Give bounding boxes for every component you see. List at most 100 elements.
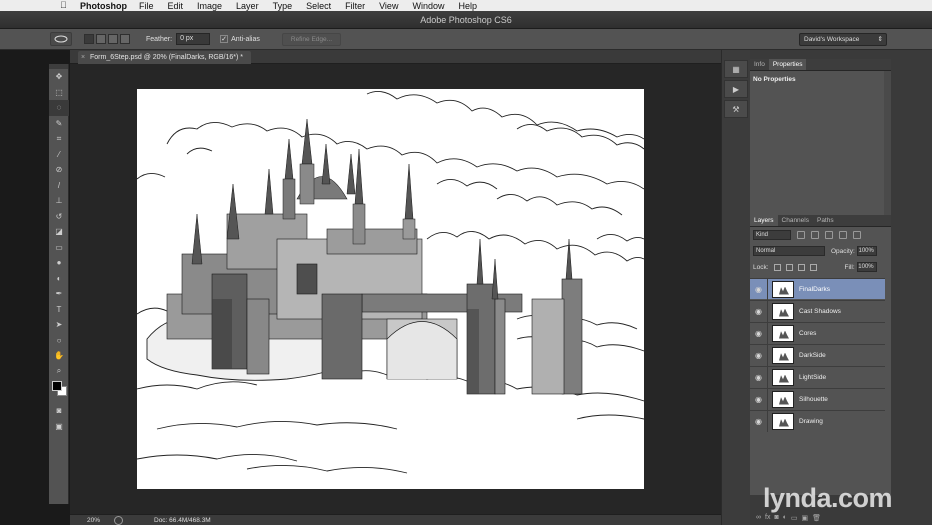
filter-kind-value: Kind <box>756 232 769 238</box>
zoom-tool-icon[interactable]: ⌕ <box>49 364 69 380</box>
layer-row[interactable]: ◉ Cast Shadows <box>750 300 885 322</box>
properties-panel-tabs: Info Properties <box>750 59 891 71</box>
tool-preset-picker[interactable] <box>50 32 72 46</box>
actions-panel-icon[interactable]: ▶ <box>724 80 748 98</box>
gradient-tool-icon[interactable]: ▭ <box>49 240 69 256</box>
tab-info[interactable]: Info <box>750 59 769 70</box>
image-canvas[interactable] <box>137 89 644 489</box>
tab-paths[interactable]: Paths <box>813 215 838 226</box>
hand-tool-icon[interactable]: ✋ <box>49 348 69 364</box>
layer-row[interactable]: ◉ LightSide <box>750 366 885 388</box>
layer-row[interactable]: ◉ FinalDarks <box>750 278 885 300</box>
doc-size[interactable]: Doc: 66.4M/468.3M <box>154 515 211 525</box>
zoom-level[interactable]: 20% <box>87 515 100 525</box>
tool-presets-panel-icon[interactable]: ⚒ <box>724 100 748 118</box>
new-selection-button[interactable] <box>84 34 94 44</box>
opacity-input[interactable]: 100% <box>856 246 877 256</box>
layer-style-icon[interactable]: fx <box>765 514 770 522</box>
menu-file[interactable]: File <box>139 1 154 11</box>
eraser-tool-icon[interactable]: ◪ <box>49 224 69 240</box>
crop-tool-icon[interactable]: ⌗ <box>49 131 69 147</box>
refine-edge-button[interactable]: Refine Edge... <box>281 32 342 46</box>
blur-tool-icon[interactable]: ● <box>49 255 69 271</box>
layer-row[interactable]: ◉ Drawing <box>750 410 885 432</box>
visibility-eye-icon[interactable]: ◉ <box>750 322 768 344</box>
adjustment-filter-icon[interactable] <box>811 231 819 239</box>
new-group-icon[interactable]: ▭ <box>791 514 798 522</box>
lock-transparent-icon[interactable] <box>773 263 781 271</box>
lock-position-icon[interactable] <box>797 263 805 271</box>
tab-properties[interactable]: Properties <box>768 59 807 70</box>
visibility-eye-icon[interactable]: ◉ <box>750 388 768 410</box>
visibility-eye-icon[interactable]: ◉ <box>750 278 768 300</box>
menu-image[interactable]: Image <box>197 1 222 11</box>
lasso-tool-icon[interactable]: ◌ <box>49 100 69 116</box>
document-tab[interactable]: × Form_6Step.psd @ 20% (FinalDarks, RGB/… <box>78 51 251 64</box>
history-brush-tool-icon[interactable]: ↺ <box>49 209 69 225</box>
link-layers-icon[interactable]: ∞ <box>756 514 761 522</box>
antialias-checkbox[interactable]: ✓ <box>220 35 229 43</box>
lock-all-icon[interactable] <box>809 263 817 271</box>
filter-kind-select[interactable]: Kind <box>753 230 791 240</box>
layer-row[interactable]: ◉ Cores <box>750 322 885 344</box>
ellipse-tool-icon[interactable]: ○ <box>49 333 69 349</box>
blend-mode-select[interactable]: Normal <box>753 246 825 256</box>
history-panel-icon[interactable]: ▦ <box>724 60 748 78</box>
marquee-tool-icon[interactable]: ⬚ <box>49 85 69 101</box>
menu-window[interactable]: Window <box>412 1 444 11</box>
foreground-color-swatch[interactable] <box>52 381 62 391</box>
menu-app-name[interactable]: Photoshop <box>80 1 127 11</box>
subtract-selection-button[interactable] <box>108 34 118 44</box>
menu-type[interactable]: Type <box>273 1 293 11</box>
color-swatches <box>49 379 68 403</box>
type-tool-icon[interactable]: T <box>49 302 69 318</box>
feather-input[interactable]: 0 px <box>176 33 211 45</box>
tab-layers[interactable]: Layers <box>750 215 778 226</box>
menu-edit[interactable]: Edit <box>168 1 184 11</box>
eyedropper-tool-icon[interactable]: ⁄ <box>49 147 69 163</box>
trash-icon[interactable]: 🗑 <box>812 514 821 522</box>
spot-heal-tool-icon[interactable]: ⊘ <box>49 162 69 178</box>
clone-stamp-tool-icon[interactable]: ⊥ <box>49 193 69 209</box>
layer-row[interactable]: ◉ DarkSide <box>750 344 885 366</box>
layer-row[interactable]: ◉ Silhouette <box>750 388 885 410</box>
tab-channels[interactable]: Channels <box>778 215 813 226</box>
new-layer-icon[interactable]: ▣ <box>802 514 809 522</box>
workspace-select[interactable]: David's Workspace ⇕ <box>799 33 887 46</box>
layer-thumbnail <box>772 390 794 408</box>
layer-thumbnail <box>772 412 794 430</box>
tools-panel: ✥ ⬚ ◌ ✎ ⌗ ⁄ ⊘ / ⊥ ↺ ◪ ▭ ● ◐ ✒ T ➤ ○ ✋ ⌕ … <box>49 64 69 504</box>
add-mask-icon[interactable]: ◙ <box>774 514 778 522</box>
intersect-selection-button[interactable] <box>120 34 130 44</box>
type-filter-icon[interactable] <box>825 231 833 239</box>
menu-select[interactable]: Select <box>306 1 331 11</box>
path-select-tool-icon[interactable]: ➤ <box>49 317 69 333</box>
apple-menu-icon[interactable]:  <box>60 0 67 10</box>
move-tool-icon[interactable]: ✥ <box>49 69 69 85</box>
add-selection-button[interactable] <box>96 34 106 44</box>
lock-pixels-icon[interactable] <box>785 263 793 271</box>
menu-view[interactable]: View <box>379 1 398 11</box>
adjustment-layer-icon[interactable]: ◐ <box>783 514 787 522</box>
pen-tool-icon[interactable]: ✒ <box>49 286 69 302</box>
dodge-tool-icon[interactable]: ◐ <box>49 271 69 287</box>
screen-mode-icon[interactable]: ▣ <box>49 419 69 435</box>
shape-filter-icon[interactable] <box>839 231 847 239</box>
menu-layer[interactable]: Layer <box>236 1 259 11</box>
fill-input[interactable]: 100% <box>856 262 877 272</box>
layer-filter-row: Kind <box>750 227 891 243</box>
menu-help[interactable]: Help <box>458 1 477 11</box>
brush-tool-icon[interactable]: / <box>49 178 69 194</box>
pixel-filter-icon[interactable] <box>797 231 805 239</box>
visibility-eye-icon[interactable]: ◉ <box>750 410 768 432</box>
smart-object-filter-icon[interactable] <box>853 231 861 239</box>
antialias-label: Anti-alias <box>231 35 260 43</box>
menu-filter[interactable]: Filter <box>345 1 365 11</box>
visibility-eye-icon[interactable]: ◉ <box>750 300 768 322</box>
quick-mask-icon[interactable]: ◙ <box>49 403 69 419</box>
quick-select-tool-icon[interactable]: ✎ <box>49 116 69 132</box>
status-info-icon[interactable] <box>114 516 123 525</box>
close-icon[interactable]: × <box>81 51 85 64</box>
visibility-eye-icon[interactable]: ◉ <box>750 344 768 366</box>
visibility-eye-icon[interactable]: ◉ <box>750 366 768 388</box>
